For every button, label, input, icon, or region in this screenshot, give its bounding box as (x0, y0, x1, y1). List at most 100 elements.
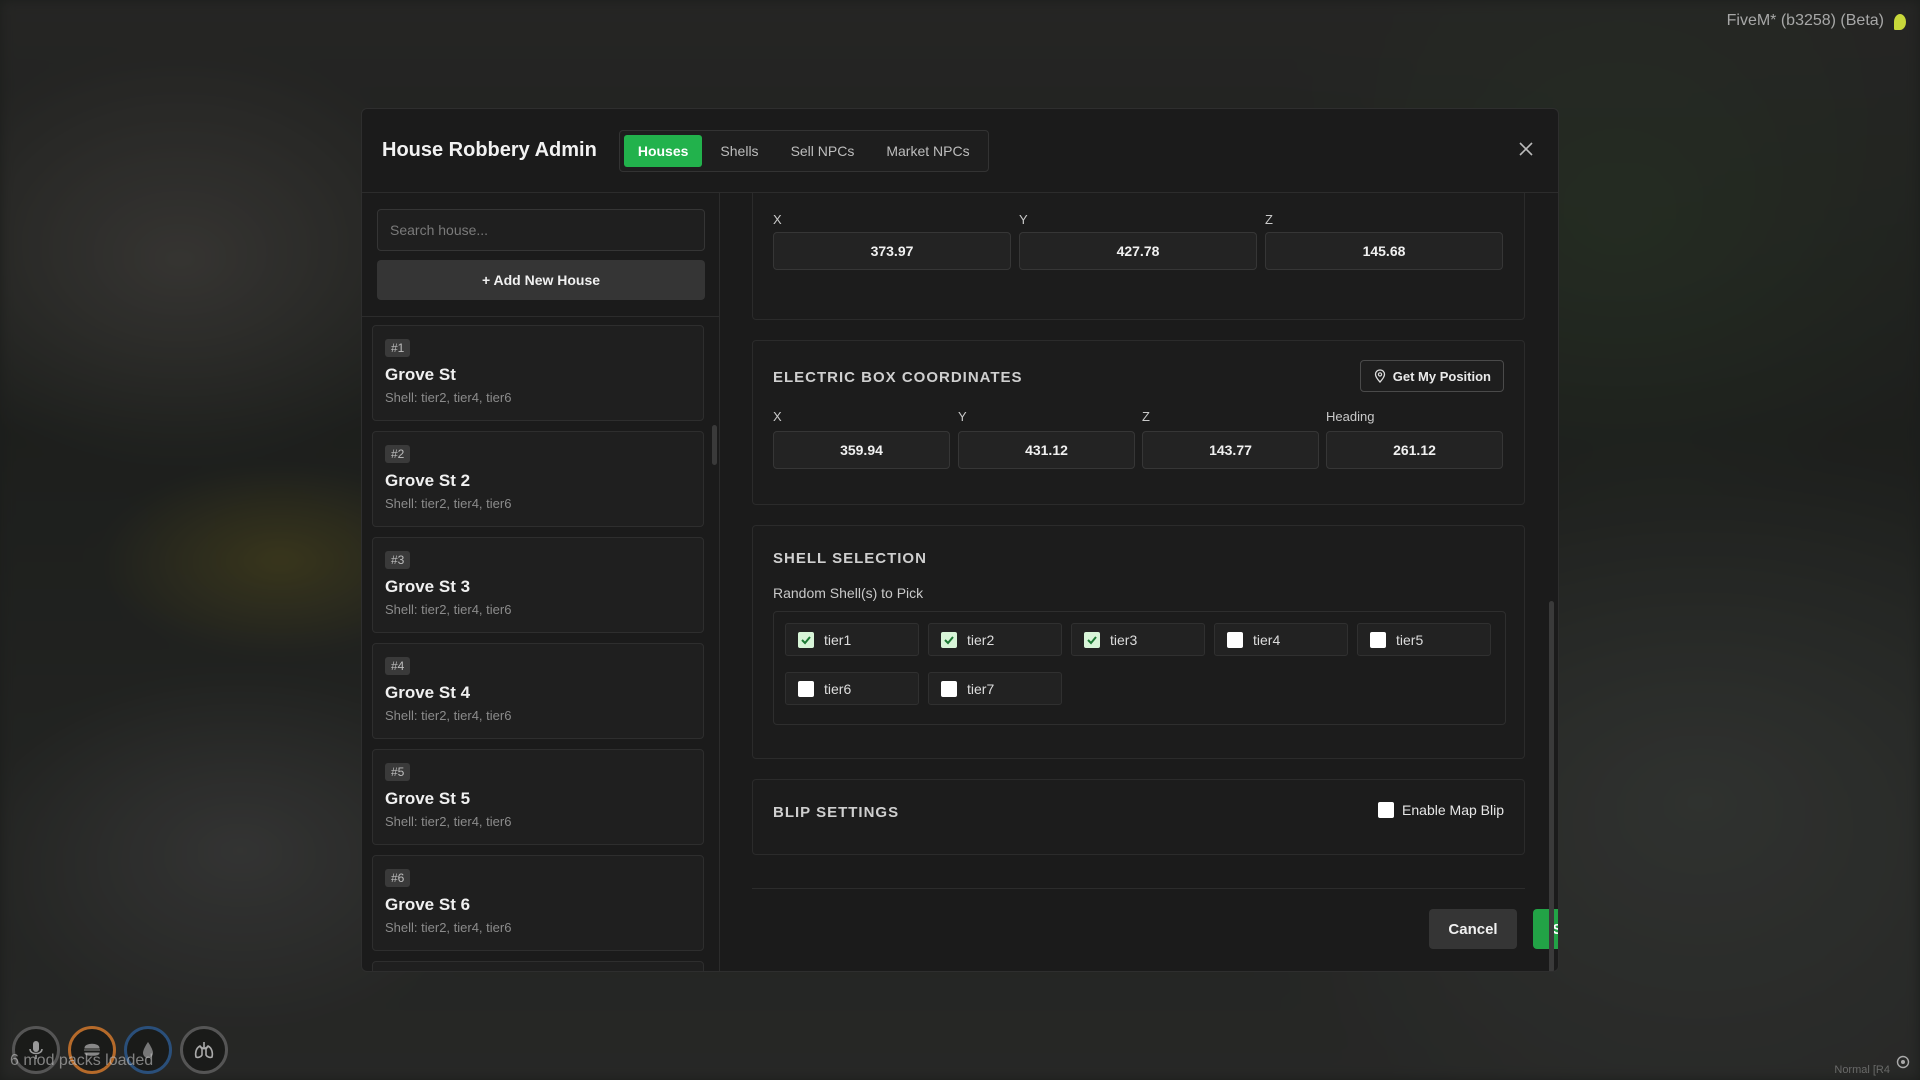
house-id-badge: #1 (385, 339, 411, 357)
fivem-build-label: FiveM* (b3258) (Beta) (1726, 12, 1884, 29)
shell-option-label: tier1 (824, 631, 852, 648)
house-id-badge: #2 (385, 445, 411, 463)
checkbox-checked-icon (798, 631, 814, 648)
checkbox-unchecked-icon (1370, 631, 1386, 648)
shell-checkbox-tier3[interactable]: tier3 (1071, 623, 1205, 656)
house-name: Grove St 2 (385, 471, 471, 490)
shell-selection-subtitle: Random Shell(s) to Pick (773, 585, 924, 601)
electric-box-title: ELECTRIC BOX COORDINATES (773, 369, 1023, 386)
modal-title: House Robbery Admin (382, 139, 597, 161)
x-label: X (773, 212, 782, 227)
house-list: #1 Grove St Shell: tier2, tier4, tier6 #… (372, 325, 704, 971)
house-list-item[interactable] (372, 961, 704, 971)
house-id-badge: #4 (385, 657, 411, 675)
house-id-badge: #6 (385, 869, 411, 887)
shell-option-label: tier5 (1396, 631, 1424, 648)
add-house-button[interactable]: + Add New House (377, 260, 705, 300)
shell-option-label: tier3 (1110, 631, 1138, 648)
shell-option-label: tier4 (1253, 631, 1281, 648)
shell-checkbox-tier1[interactable]: tier1 (785, 623, 919, 656)
shell-option-label: tier2 (967, 631, 995, 648)
checkbox-checked-icon (1084, 631, 1100, 648)
get-position-label: Get My Position (1392, 368, 1491, 384)
shell-checkbox-tier7[interactable]: tier7 (928, 672, 1062, 705)
entrance-x-input[interactable]: 373.97 (773, 232, 1011, 270)
sidebar-scrollbar[interactable] (712, 425, 717, 465)
house-shell-info: Shell: tier2, tier4, tier6 (385, 602, 512, 617)
z-label: Z (1265, 212, 1273, 227)
entrance-z-input[interactable]: 145.68 (1265, 232, 1503, 270)
electric-z-input[interactable]: 143.77 (1142, 431, 1319, 469)
heading-label: Heading (1326, 409, 1375, 424)
tab-market-npcs[interactable]: Market NPCs (872, 135, 983, 167)
house-list-item[interactable]: #5 Grove St 5 Shell: tier2, tier4, tier6 (372, 749, 704, 845)
shell-checkbox-tier2[interactable]: tier2 (928, 623, 1062, 656)
y-label: Y (1019, 212, 1028, 227)
house-editor: X Y Z 373.97 427.78 145.68 ELECTRIC BOX … (721, 193, 1558, 971)
house-shell-info: Shell: tier2, tier4, tier6 (385, 920, 512, 935)
checkbox-unchecked-icon (941, 680, 957, 697)
y-label: Y (958, 409, 967, 424)
shell-selection-card: SHELL SELECTION Random Shell(s) to Pick … (752, 525, 1525, 759)
shell-selection-title: SHELL SELECTION (773, 550, 927, 567)
checkbox-unchecked-icon (798, 680, 814, 697)
electric-y-input[interactable]: 431.12 (958, 431, 1135, 469)
shell-options: tier1 tier2 tier3 tier4 tier5 tier6 tier… (773, 611, 1506, 725)
main-scrollbar[interactable] (1549, 601, 1554, 971)
checkbox-unchecked-icon (1378, 802, 1395, 818)
house-name: Grove St 5 (385, 789, 471, 808)
house-list-item[interactable]: #4 Grove St 4 Shell: tier2, tier4, tier6 (372, 643, 704, 739)
tab-bar: Houses Shells Sell NPCs Market NPCs (618, 129, 989, 172)
blip-settings-card: BLIP SETTINGS Enable Map Blip (752, 779, 1525, 855)
save-button[interactable]: Save (1533, 909, 1558, 949)
house-name: Grove St 3 (385, 577, 471, 596)
close-icon[interactable] (1514, 137, 1538, 161)
search-input[interactable] (377, 209, 705, 251)
shell-option-label: tier7 (967, 680, 995, 697)
house-id-badge: #3 (385, 551, 411, 569)
z-label: Z (1142, 409, 1150, 424)
house-name: Grove St 6 (385, 895, 471, 914)
house-list-item[interactable]: #2 Grove St 2 Shell: tier2, tier4, tier6 (372, 431, 704, 527)
x-label: X (773, 409, 782, 424)
stamina-lungs-icon (180, 1026, 228, 1074)
enable-map-blip-label: Enable Map Blip (1402, 802, 1504, 818)
shell-option-label: tier6 (824, 680, 852, 697)
enable-map-blip-checkbox[interactable]: Enable Map Blip (1378, 802, 1504, 818)
voice-range-icon (1896, 1055, 1910, 1074)
admin-modal: House Robbery Admin Houses Shells Sell N… (361, 108, 1559, 972)
tab-sell-npcs[interactable]: Sell NPCs (777, 135, 869, 167)
get-position-button[interactable]: Get My Position (1359, 360, 1504, 392)
house-name: Grove St 4 (385, 683, 471, 702)
divider (362, 316, 719, 317)
house-list-item[interactable]: #3 Grove St 3 Shell: tier2, tier4, tier6 (372, 537, 704, 633)
electric-box-card: ELECTRIC BOX COORDINATES Get My Position… (752, 340, 1525, 505)
shell-checkbox-tier5[interactable]: tier5 (1357, 623, 1491, 656)
house-list-item[interactable]: #6 Grove St 6 Shell: tier2, tier4, tier6 (372, 855, 704, 951)
tab-shells[interactable]: Shells (706, 135, 772, 167)
location-pin-icon (1374, 369, 1385, 383)
electric-heading-input[interactable]: 261.12 (1326, 431, 1503, 469)
shell-checkbox-tier6[interactable]: tier6 (785, 672, 919, 705)
house-name: Grove St (385, 365, 456, 384)
house-shell-info: Shell: tier2, tier4, tier6 (385, 814, 512, 829)
voice-mode-label: Normal [R4 (1834, 1064, 1890, 1076)
checkbox-unchecked-icon (1227, 631, 1243, 648)
mod-packs-status: 6 mod packs loaded (10, 1052, 154, 1069)
divider (752, 888, 1525, 889)
blip-settings-title: BLIP SETTINGS (773, 804, 900, 821)
electric-x-input[interactable]: 359.94 (773, 431, 950, 469)
house-id-badge: #5 (385, 763, 411, 781)
house-shell-info: Shell: tier2, tier4, tier6 (385, 390, 512, 405)
house-sidebar: + Add New House #1 Grove St Shell: tier2… (362, 193, 720, 971)
entrance-coordinates-card: X Y Z 373.97 427.78 145.68 (752, 193, 1525, 320)
checkbox-checked-icon (941, 631, 957, 648)
house-shell-info: Shell: tier2, tier4, tier6 (385, 708, 512, 723)
house-shell-info: Shell: tier2, tier4, tier6 (385, 496, 512, 511)
entrance-y-input[interactable]: 427.78 (1019, 232, 1257, 270)
tab-houses[interactable]: Houses (623, 134, 703, 167)
shell-checkbox-tier4[interactable]: tier4 (1214, 623, 1348, 656)
house-list-item[interactable]: #1 Grove St Shell: tier2, tier4, tier6 (372, 325, 704, 421)
modal-header: House Robbery Admin Houses Shells Sell N… (362, 109, 1558, 193)
cancel-button[interactable]: Cancel (1429, 909, 1517, 949)
